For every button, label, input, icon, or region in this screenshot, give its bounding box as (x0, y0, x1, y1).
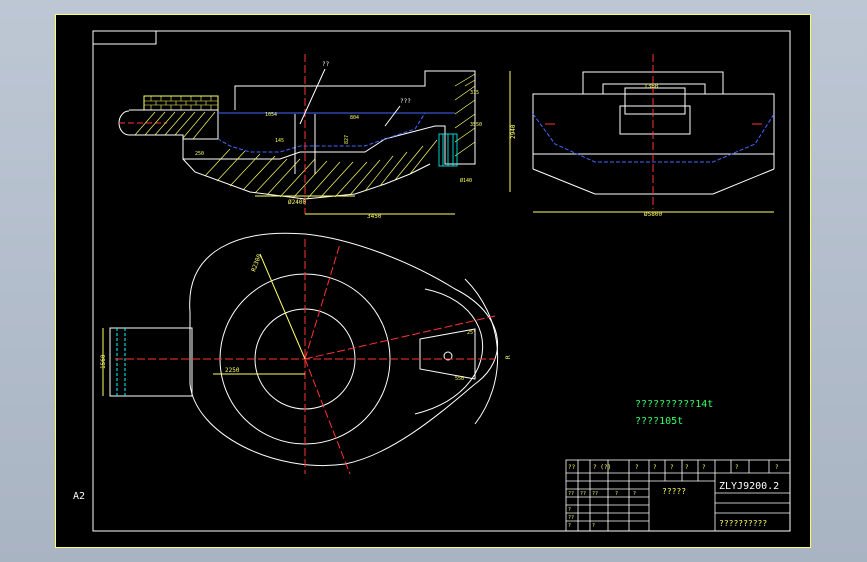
tb-small-9: ? (592, 523, 595, 529)
side-center-box-2 (619, 105, 691, 135)
tb-small-8: ? (568, 523, 571, 529)
tb-header-7: ? (702, 464, 706, 471)
dim-1054: 1054 (265, 112, 277, 118)
dim-3450: 3450 (367, 213, 382, 220)
dim-550: 550 (455, 376, 464, 382)
dim-3550: 3550 (470, 122, 482, 128)
title-block-header-text: ?? ? (?) ? ? ? ? ? ? ? (568, 464, 779, 471)
leader-label-1: ?? (322, 61, 330, 68)
dim-2940: 2940 (510, 124, 517, 139)
plan-radial-3 (304, 315, 496, 360)
tb-small-4: ? (615, 491, 618, 497)
dim-804: 804 (350, 115, 359, 121)
bolt-cylinder (438, 133, 458, 167)
plan-inner-lobe (414, 288, 484, 415)
tb-small-7: ?? (568, 515, 574, 521)
drawing-number: ZLYJ9200.2 (719, 481, 779, 492)
section-bowl-surface (217, 112, 426, 153)
plan-arm (109, 327, 193, 397)
tb-small-6: ? (568, 507, 571, 513)
leader-2 (384, 105, 401, 127)
tb-header-8: ? (735, 464, 739, 471)
dim-r: R (505, 355, 512, 359)
tb-header-5: ? (670, 464, 674, 471)
tb-header-4: ? (653, 464, 657, 471)
dim-250: 250 (195, 151, 204, 157)
plan-dim-radius (259, 253, 306, 360)
tb-small-1: ?? (568, 491, 574, 497)
plan-pivot-block (419, 328, 476, 380)
company-name: ?????????? (719, 519, 767, 528)
dim-315: 315 (470, 90, 479, 96)
dim-145: 145 (275, 138, 284, 144)
plan-right-arc (464, 278, 499, 425)
cad-drawing: A2 Ø2400 3450 2940 Ø140 1054 804 145 250… (55, 14, 811, 548)
section-view: Ø2400 3450 2940 Ø140 1054 804 145 250 31… (118, 54, 517, 220)
tb-header-6: ? (685, 464, 689, 471)
sheet-size-label: A2 (73, 491, 85, 502)
cad-viewport[interactable]: A2 Ø2400 3450 2940 Ø140 1054 804 145 250… (55, 14, 811, 548)
dim-5800: Ø5800 (644, 211, 662, 218)
dim-2250: 2250 (225, 367, 240, 374)
leader-1 (299, 68, 326, 125)
tb-header-2: ? (?) (593, 464, 611, 471)
plan-outer-outline (189, 232, 498, 466)
tb-header-1: ?? (568, 464, 576, 471)
dim-2300: R2300 (250, 253, 263, 273)
tb-small-2: ?? (580, 491, 586, 497)
corner-tag-box (92, 30, 157, 45)
side-center-box (624, 87, 686, 115)
tb-header-3: ? (635, 464, 639, 471)
tb-small-5: ? (633, 491, 636, 497)
plan-radial-1 (304, 243, 341, 360)
tb-header-9: ? (775, 464, 779, 471)
side-view: Ø5800 1360 (532, 54, 775, 218)
dim-140: Ø140 (460, 177, 472, 184)
note-line-2: ????105t (635, 416, 683, 427)
dim-2400: Ø2400 (288, 199, 306, 206)
part-name: ????? (662, 487, 686, 496)
tb-small-3: ?? (592, 491, 598, 497)
plan-radial-2 (304, 358, 351, 475)
dim-827: 827 (344, 135, 350, 144)
dim-25: 25° (467, 330, 476, 336)
note-line-1: ??????????14t (635, 399, 713, 410)
plan-view: 1560 550 25° R2300 2250 R (100, 232, 512, 475)
leader-label-2: ??? (400, 98, 411, 105)
section-top-outline (129, 70, 476, 165)
dim-1360: 1360 (644, 83, 659, 90)
